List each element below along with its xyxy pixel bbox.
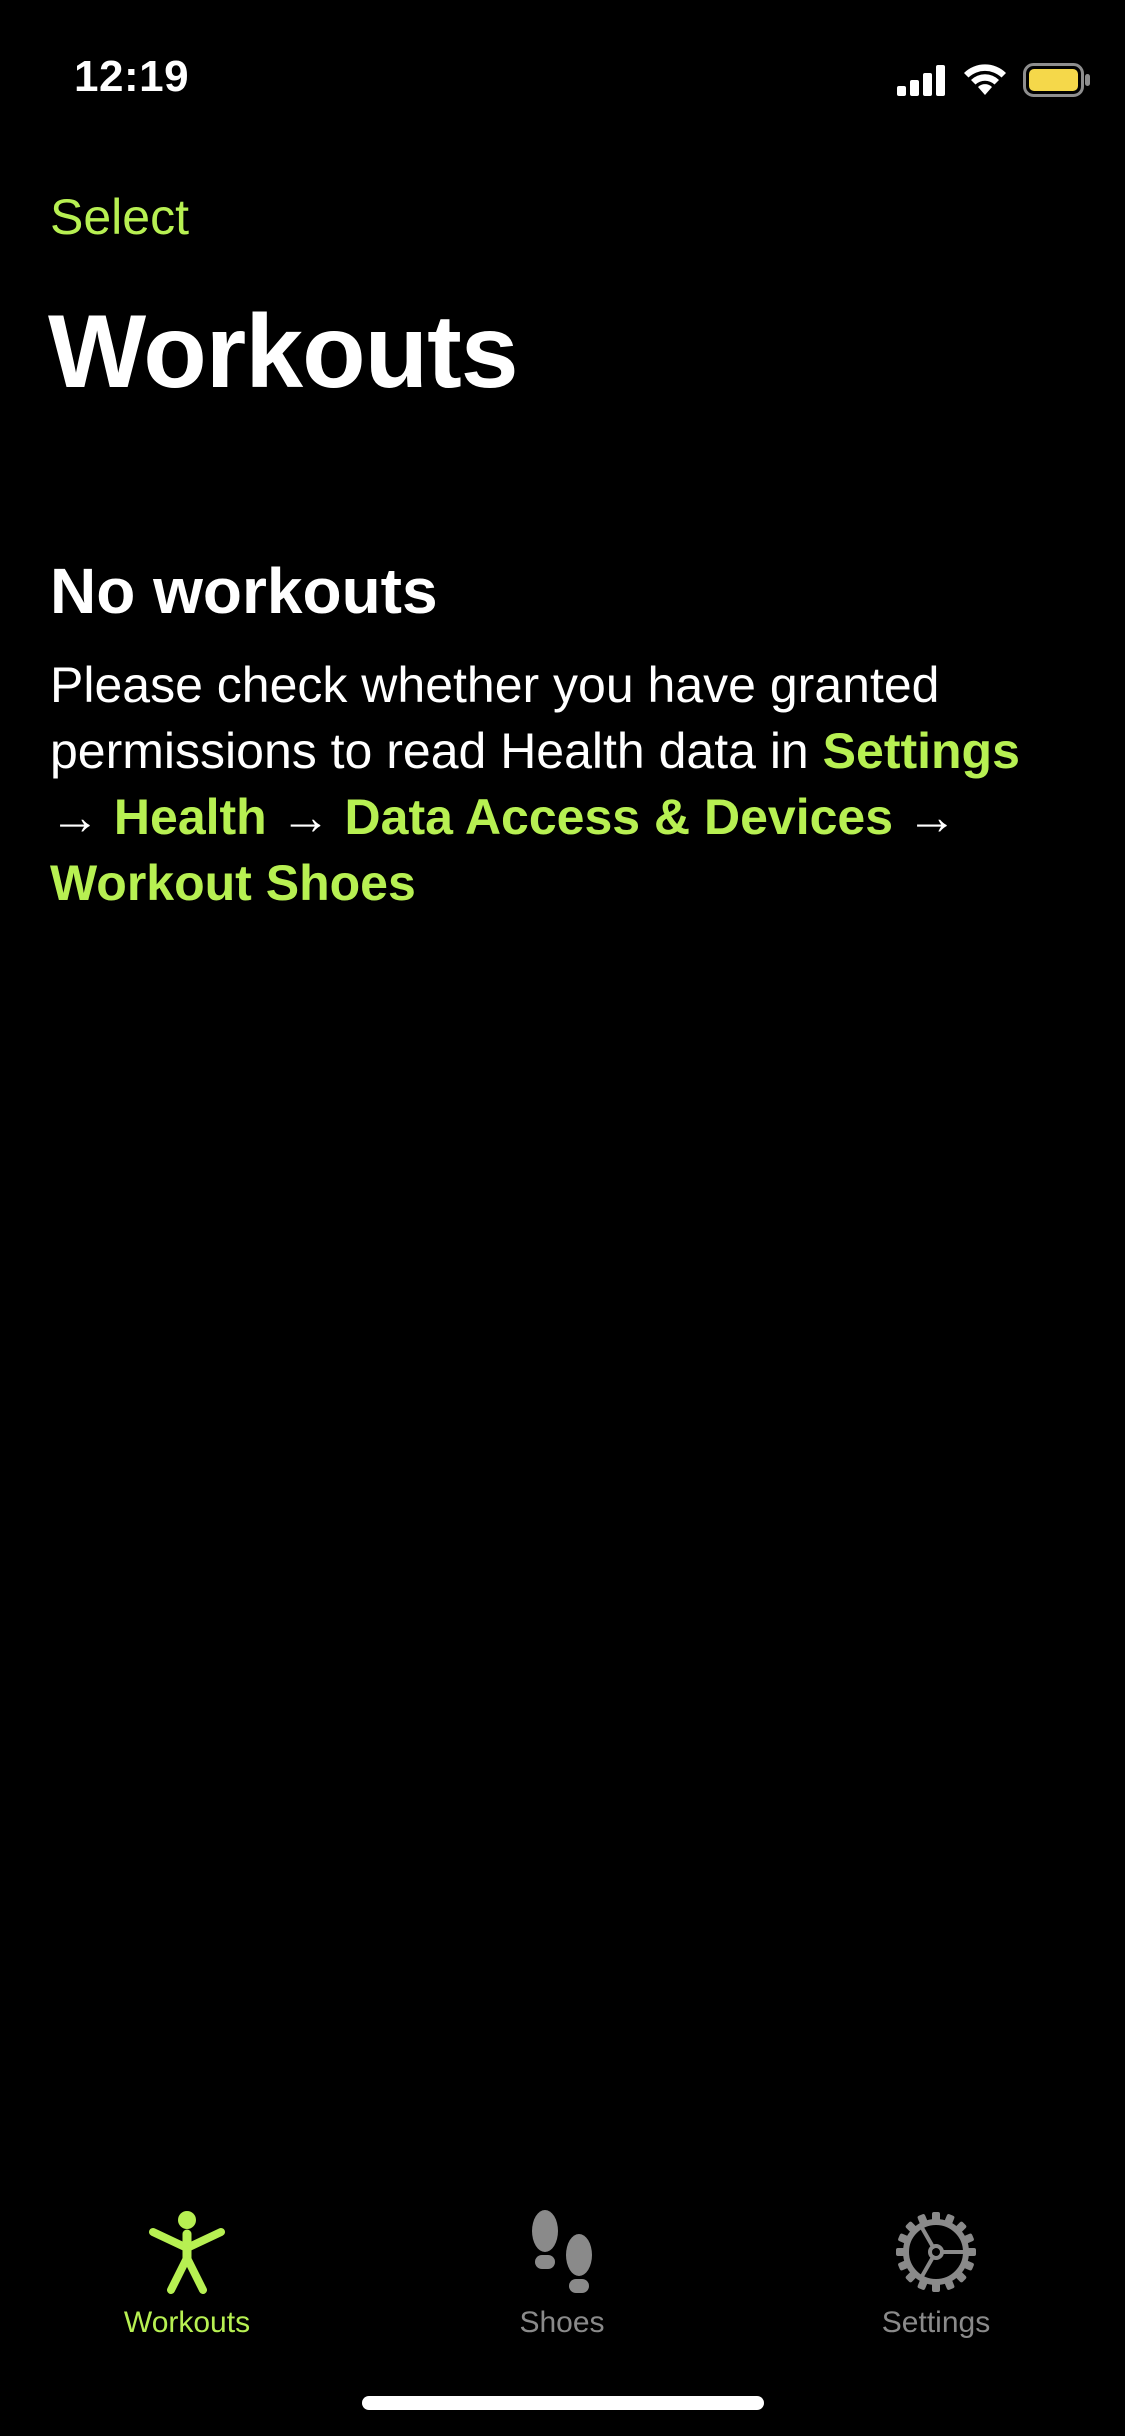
arrow-separator: → — [906, 789, 957, 845]
data-access-devices-link[interactable]: Data Access & Devices — [345, 789, 894, 845]
tab-label: Settings — [881, 2306, 991, 2339]
status-bar: 12:19 — [0, 0, 1125, 140]
workout-shoes-link[interactable]: Workout Shoes — [50, 855, 416, 911]
empty-state-message: Please check whether you have granted pe… — [50, 652, 1080, 916]
tab-label: Workouts — [123, 2306, 251, 2339]
gear-icon — [888, 2204, 984, 2300]
wifi-icon — [963, 63, 1007, 102]
health-link[interactable]: Health — [114, 789, 267, 845]
page-title: Workouts — [48, 294, 519, 410]
tab-workouts[interactable]: Workouts — [57, 2204, 317, 2340]
figure-standing-icon — [139, 2204, 235, 2300]
status-icons — [897, 60, 1091, 104]
settings-link[interactable]: Settings — [823, 723, 1020, 779]
home-indicator[interactable] — [362, 2396, 764, 2410]
battery-icon — [1023, 62, 1091, 102]
status-time: 12:19 — [74, 52, 190, 101]
arrow-separator: → — [280, 789, 331, 845]
select-button[interactable]: Select — [50, 188, 189, 246]
tab-shoes[interactable]: Shoes — [432, 2204, 692, 2340]
empty-state-intro: Please check whether you have granted pe… — [50, 657, 940, 779]
footprints-icon — [514, 2204, 610, 2300]
tab-label: Shoes — [519, 2306, 605, 2339]
tab-settings[interactable]: Settings — [806, 2204, 1066, 2340]
cellular-signal-icon — [897, 64, 947, 101]
empty-state-title: No workouts — [50, 555, 438, 627]
arrow-separator: → — [50, 789, 100, 845]
